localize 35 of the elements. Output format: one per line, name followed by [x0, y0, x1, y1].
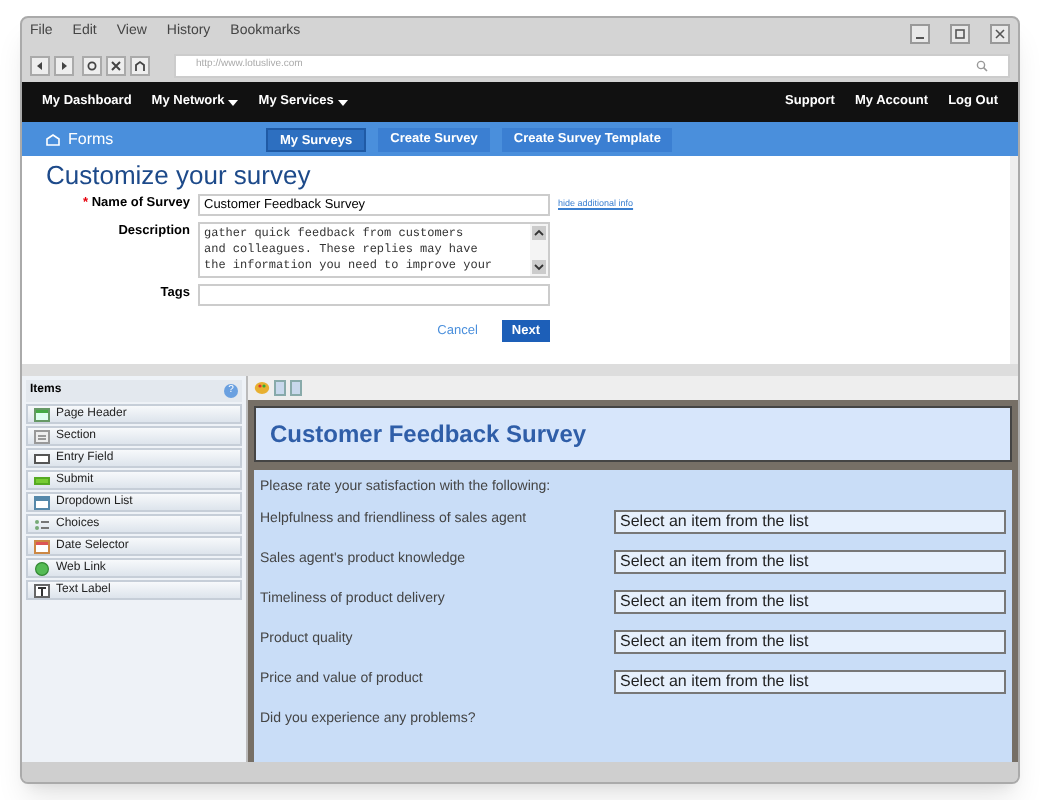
select-field[interactable]: Select an item from the list	[614, 509, 1006, 533]
close-icon	[994, 27, 1006, 39]
calendar-icon	[34, 539, 50, 553]
minimize-button[interactable]	[910, 23, 930, 43]
home-icon	[46, 133, 60, 145]
reload-icon[interactable]	[82, 55, 102, 75]
palette-icon[interactable]	[254, 380, 270, 396]
section-title: Forms	[68, 127, 114, 151]
home-icon[interactable]	[130, 55, 150, 75]
caret-icon[interactable]	[228, 99, 239, 105]
back-icon[interactable]	[30, 55, 50, 75]
tags-field[interactable]	[198, 284, 550, 306]
scroll-down-icon[interactable]	[532, 260, 546, 274]
text-icon	[34, 583, 50, 597]
search-icon	[976, 59, 988, 71]
maximize-icon	[954, 27, 966, 39]
header-icon	[34, 407, 50, 421]
select-field[interactable]: Select an item from the list	[614, 669, 1006, 693]
field-icon	[34, 451, 50, 465]
caret-icon[interactable]	[337, 99, 348, 105]
section-icon	[34, 429, 50, 443]
stop-icon[interactable]	[106, 55, 126, 75]
scrollbar[interactable]	[530, 224, 548, 276]
close-button[interactable]	[990, 23, 1010, 43]
select-field[interactable]: Select an item from the list	[614, 589, 1006, 613]
select-field[interactable]: Select an item from the list	[614, 549, 1006, 573]
page-heading: Customize your survey	[46, 160, 313, 192]
button-icon	[34, 473, 50, 487]
maximize-button[interactable]	[950, 23, 970, 43]
forward-icon[interactable]	[54, 55, 74, 75]
list-icon	[34, 495, 50, 509]
scroll-up-icon[interactable]	[532, 226, 546, 240]
survey-title: Customer Feedback Survey	[270, 418, 587, 452]
select-field[interactable]: Select an item from the list	[614, 629, 1006, 653]
choices-icon	[34, 517, 50, 531]
